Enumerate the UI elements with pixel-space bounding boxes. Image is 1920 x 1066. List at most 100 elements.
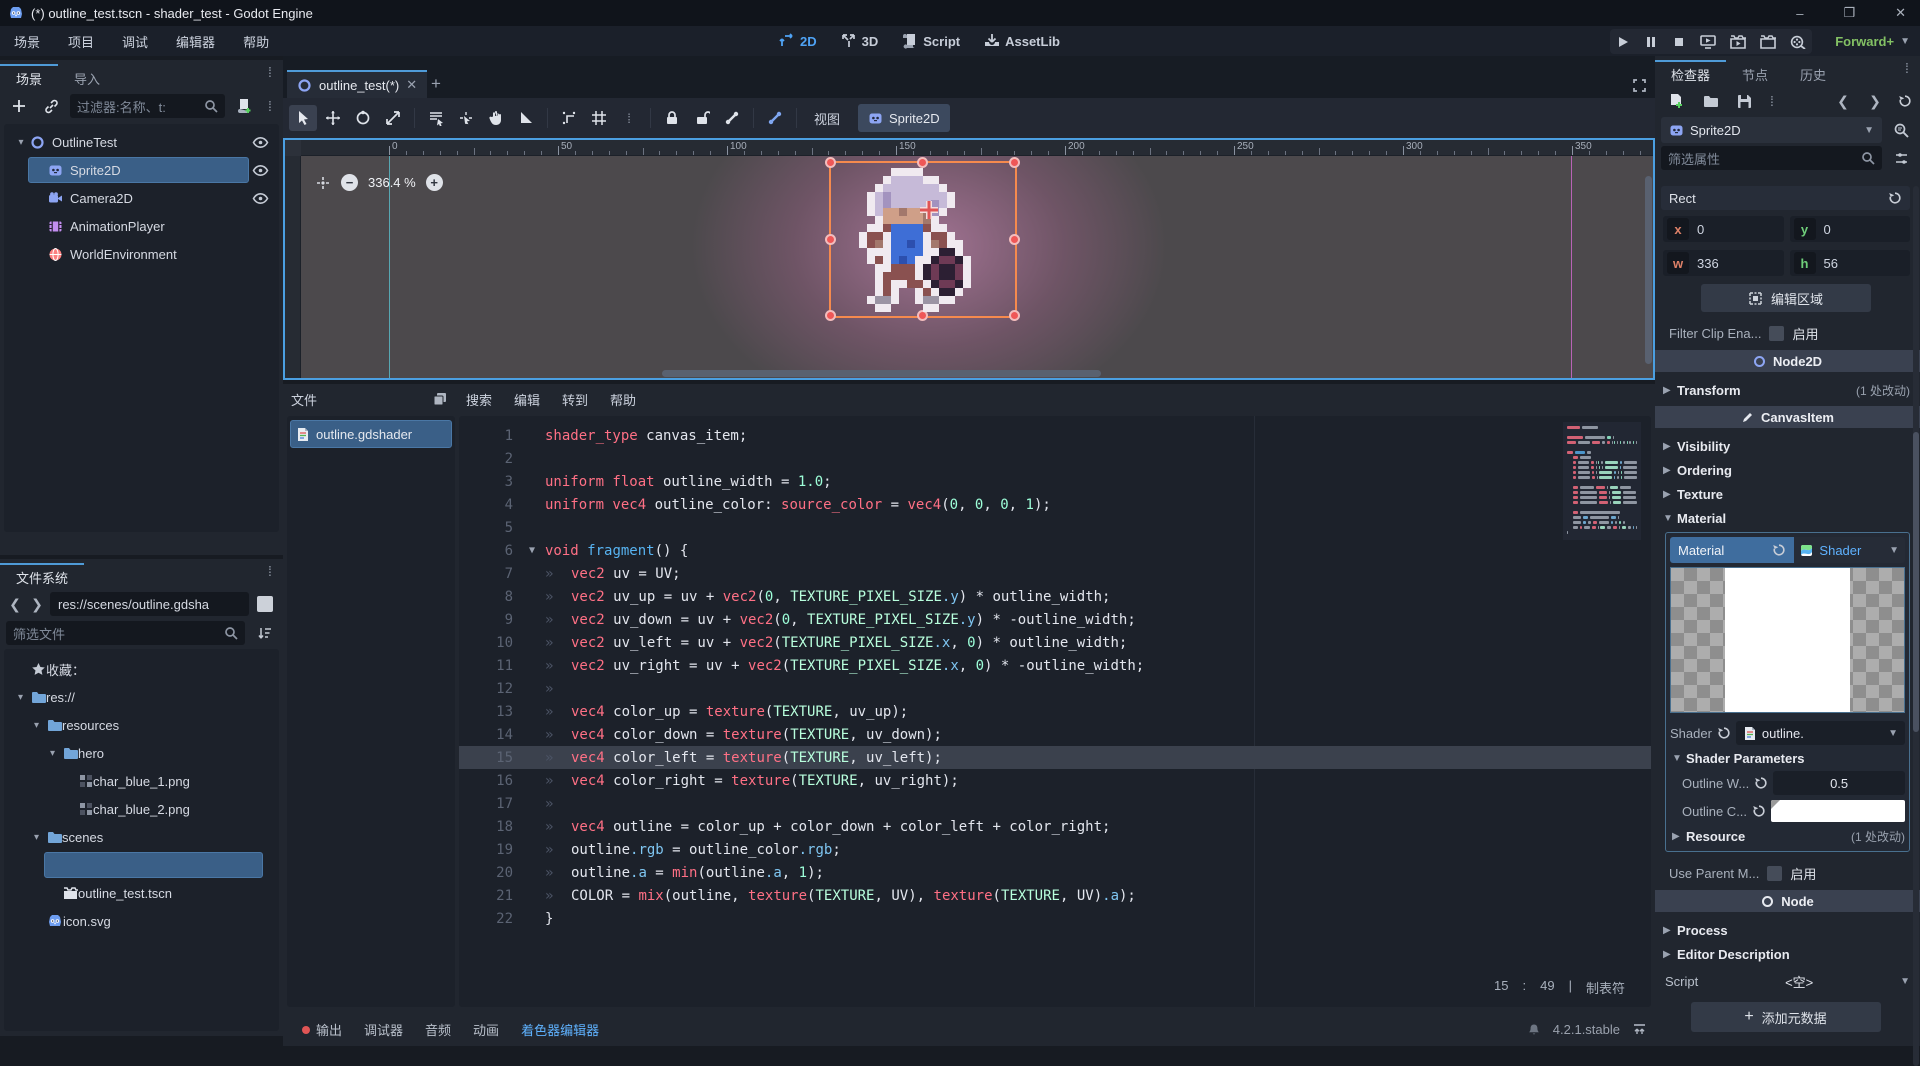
history-back-button[interactable]: ❮ (1834, 93, 1852, 110)
revert-icon[interactable] (1754, 776, 1768, 790)
material-value-dropdown[interactable]: Shader ▼ (1794, 537, 1905, 563)
minimize-button[interactable]: – (1796, 6, 1803, 21)
fs-item-[interactable]: 收藏： (4, 655, 279, 683)
category-node[interactable]: Node (1655, 890, 1920, 912)
edit-region-button[interactable]: 编辑区域 (1701, 284, 1871, 312)
code-line-22[interactable]: 22} (459, 907, 1651, 930)
bottom-tab-调试器[interactable]: 调试器 (353, 1013, 414, 1046)
code-line-4[interactable]: 4uniform vec4 outline_color: source_colo… (459, 493, 1651, 516)
scene-node-WorldEnvironment[interactable]: WorldEnvironment (4, 240, 279, 268)
code-line-15[interactable]: 15»vec4 color_left = texture(TEXTURE, uv… (459, 746, 1651, 769)
play-icon[interactable] (1616, 35, 1630, 49)
current-path-field[interactable]: res://scenes/outline.gdsha (50, 592, 249, 616)
workspace-2d[interactable]: 2D (770, 28, 826, 54)
code-line-19[interactable]: 19»outline.rgb = outline_color.rgb; (459, 838, 1651, 861)
play-custom-icon[interactable] (1760, 35, 1776, 49)
open-docs-button[interactable] (1888, 118, 1914, 142)
revert-icon[interactable] (1717, 726, 1731, 740)
selection-handle[interactable] (1009, 310, 1020, 321)
code-lines[interactable]: 1shader_type canvas_item;23uniform float… (459, 424, 1651, 930)
object-history-icon[interactable] (1898, 94, 1912, 108)
code-editor[interactable]: 1shader_type canvas_item;23uniform float… (459, 416, 1651, 1007)
resource-extra-menu-icon[interactable]: ⁞ (1765, 99, 1779, 104)
rect-x-field[interactable]: x0 (1663, 216, 1784, 242)
edited-object-dropdown[interactable]: Sprite2D ▼ (1661, 117, 1882, 143)
sort-files-button[interactable] (251, 621, 277, 645)
rect-w-field[interactable]: w336 (1663, 250, 1784, 276)
pause-icon[interactable] (1644, 35, 1658, 49)
tab-import[interactable]: 导入 (58, 64, 116, 90)
scene-tree-menu-icon[interactable]: ⁞ (263, 104, 277, 109)
load-resource-button[interactable] (1697, 89, 1723, 113)
shader-menu-搜索[interactable]: 搜索 (455, 390, 503, 409)
code-line-5[interactable]: 5 (459, 516, 1651, 539)
close-icon[interactable]: ✕ (406, 77, 417, 93)
dock-menu-icon[interactable]: ⁞ (1900, 66, 1914, 71)
movie-maker-icon[interactable] (1790, 35, 1806, 49)
rect-h-field[interactable]: h56 (1790, 250, 1911, 276)
dock-menu-icon[interactable]: ⁞ (263, 70, 277, 75)
shader-menu-编辑[interactable]: 编辑 (503, 390, 551, 409)
canvas[interactable]: − 336.4 % + (301, 156, 1653, 378)
code-line-13[interactable]: 13»vec4 color_up = texture(TEXTURE, uv_u… (459, 700, 1651, 723)
maximize-button[interactable]: ❒ (1843, 5, 1855, 21)
menu-项目[interactable]: 项目 (54, 32, 108, 51)
scene-node-Sprite2D[interactable]: Sprite2D (4, 156, 279, 184)
notification-bell-icon[interactable] (1527, 1023, 1541, 1037)
code-line-17[interactable]: 17» (459, 792, 1651, 815)
tab-filesystem[interactable]: 文件系统 (0, 563, 84, 589)
workspace-script[interactable]: Script (893, 28, 969, 54)
revert-icon[interactable] (1888, 191, 1902, 205)
code-line-6[interactable]: 6▼void fragment() { (459, 539, 1651, 562)
move-icon[interactable] (319, 105, 347, 131)
history-forward-button[interactable]: ❯ (1866, 93, 1884, 110)
section-resource[interactable]: ▶Resource (1 处改动) (1670, 825, 1905, 847)
stop-icon[interactable] (1672, 35, 1686, 49)
view-menu-button[interactable]: 视图 (804, 109, 850, 128)
scene-node-AnimationPlayer[interactable]: AnimationPlayer (4, 212, 279, 240)
rect-section-header[interactable]: Rect (1661, 186, 1910, 210)
use-parent-material-checkbox[interactable] (1767, 866, 1782, 881)
code-line-10[interactable]: 10»vec2 uv_left = uv + vec2(TEXTURE_PIXE… (459, 631, 1651, 654)
selection-handle[interactable] (825, 310, 836, 321)
pan-icon[interactable] (482, 105, 510, 131)
section-texture[interactable]: ▶Texture (1661, 482, 1910, 506)
bottom-tab-着色器编辑器[interactable]: 着色器编辑器 (510, 1013, 610, 1046)
menu-调试[interactable]: 调试 (108, 32, 162, 51)
scale-icon[interactable] (379, 105, 407, 131)
code-line-16[interactable]: 16»vec4 color_right = texture(TEXTURE, u… (459, 769, 1651, 792)
rect-y-field[interactable]: y0 (1790, 216, 1911, 242)
outline-width-field[interactable]: 0.5 (1773, 771, 1905, 795)
play-current-icon[interactable] (1730, 35, 1746, 49)
code-line-11[interactable]: 11»vec2 uv_right = uv + vec2(TEXTURE_PIX… (459, 654, 1651, 677)
bone-color-icon[interactable] (761, 105, 789, 131)
horizontal-scrollbar[interactable] (317, 370, 1645, 377)
inspector-filter-input[interactable]: 筛选属性 (1661, 146, 1882, 170)
visibility-eye-icon[interactable] (252, 164, 269, 177)
selection-handle[interactable] (1009, 234, 1020, 245)
revert-icon[interactable] (1772, 543, 1786, 557)
dock-menu-icon[interactable]: ⁞ (263, 569, 277, 574)
fs-item-scenes[interactable]: ▾scenes (4, 823, 279, 851)
bone-icon[interactable] (718, 105, 746, 131)
nav-back-button[interactable]: ❮ (6, 596, 24, 613)
workspace-assetlib[interactable]: AssetLib (975, 28, 1069, 54)
toggle-split-mode-button[interactable] (257, 596, 273, 612)
code-line-20[interactable]: 20»outline.a = min(outline.a, 1); (459, 861, 1651, 884)
section-material[interactable]: ▼Material (1661, 506, 1910, 530)
vertical-scrollbar[interactable] (1645, 172, 1652, 370)
sprite-pixel-art[interactable] (859, 168, 987, 312)
ruler-icon[interactable] (512, 105, 540, 131)
scene-node-Camera2D[interactable]: Camera2D (4, 184, 279, 212)
bottom-tab-音频[interactable]: 音频 (414, 1013, 462, 1046)
run-mode-button[interactable]: Forward+ ▼ (1835, 29, 1910, 54)
fs-item-resources[interactable]: ▾resources (4, 711, 279, 739)
visibility-eye-icon[interactable] (252, 192, 269, 205)
tab-scene[interactable]: 场景 (0, 64, 58, 90)
instance-scene-button[interactable] (38, 94, 64, 118)
indent-type-label[interactable]: 制表符 (1586, 978, 1625, 997)
distraction-free-icon[interactable] (1632, 78, 1647, 93)
list-select-icon[interactable] (422, 105, 450, 131)
inspector-tab-节点[interactable]: 节点 (1726, 60, 1784, 86)
scene-tab-outline-test[interactable]: outline_test(*) ✕ (287, 70, 427, 98)
